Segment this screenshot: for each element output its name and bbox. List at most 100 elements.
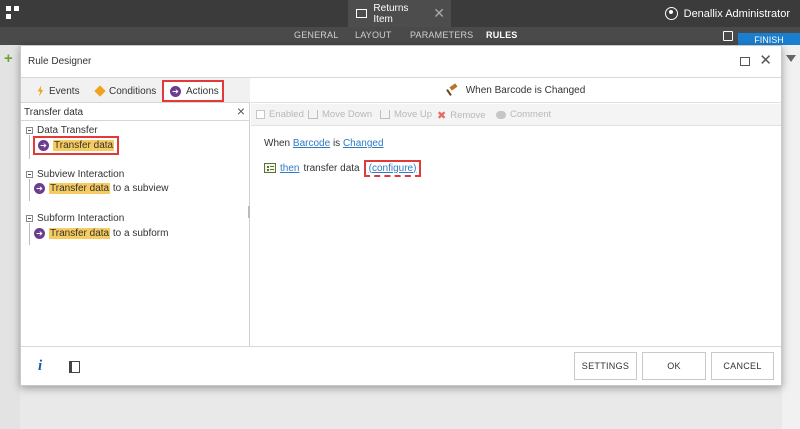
tree-line (29, 179, 30, 201)
rule-toolbar: Enabled Move Down Move Up ✖ Remove Comme… (251, 104, 781, 126)
arrow-right-circle-icon: ➔ (170, 85, 181, 97)
lightning-bolt-icon (37, 85, 44, 97)
arrow-right-circle-icon: ➔ (34, 227, 45, 239)
nav-general[interactable]: GENERAL (294, 30, 338, 40)
search-input[interactable] (24, 105, 224, 119)
comment-label: Comment (510, 109, 552, 120)
rule-header: When Barcode is Changed (251, 78, 781, 103)
rule-then-link[interactable]: then (280, 163, 299, 174)
tab-actions-label: Actions (186, 85, 219, 97)
tree-group-subview-interaction: Subview Interaction ➔ Transfer data to a… (26, 169, 246, 201)
close-tab-icon[interactable]: ✕ (433, 5, 445, 22)
arrow-right-circle-icon: ➔ (34, 182, 45, 194)
collapse-icon[interactable] (26, 171, 33, 178)
collapse-icon[interactable] (26, 215, 33, 222)
rule-header-title: When Barcode is Changed (465, 84, 586, 96)
form-icon (356, 9, 368, 18)
settings-button[interactable]: SETTINGS (574, 352, 637, 380)
nav-rules[interactable]: RULES (486, 30, 518, 40)
dialog-title: Rule Designer (28, 56, 92, 67)
rule-browser-panel: Events Conditions ➔ Actions × Data Trans… (21, 78, 250, 346)
tree-group-data-transfer: Data Transfer ➔ Transfer data (26, 125, 246, 159)
rule-control-link[interactable]: Barcode (293, 138, 330, 149)
info-icon[interactable]: i (38, 358, 42, 375)
save-icon[interactable] (723, 31, 733, 41)
user-name: Denallix Administrator (683, 7, 790, 20)
move-down-button[interactable]: Move Down (308, 109, 372, 120)
tree-group-label: Data Transfer (37, 125, 98, 136)
tree-group-subform-interaction: Subform Interaction ➔ Transfer data to a… (26, 213, 246, 245)
configure-link[interactable]: (configure) (363, 159, 422, 177)
rule-event-link[interactable]: Changed (343, 138, 384, 149)
tree-group-label: Subview Interaction (37, 169, 125, 180)
tree-item-suffix: to a subform (110, 227, 169, 239)
tab-events-label: Events (49, 85, 80, 97)
background-right (782, 45, 800, 429)
transfer-data-icon (264, 163, 276, 173)
user-menu[interactable]: Denallix Administrator (664, 0, 790, 27)
remove-icon: ✖ (437, 110, 447, 122)
document-tab-title: Returns Item (373, 2, 409, 25)
move-down-label: Move Down (322, 109, 373, 120)
clear-search-icon[interactable]: × (237, 103, 245, 119)
user-avatar-icon (664, 7, 678, 20)
tree-item-highlight: Transfer data (53, 140, 115, 151)
tree-item-highlight: Transfer data (49, 182, 111, 194)
enabled-label: Enabled (269, 109, 304, 120)
collapse-icon[interactable] (26, 127, 33, 134)
tab-conditions[interactable]: Conditions (94, 82, 157, 100)
document-tab[interactable]: Returns Item ✕ (348, 0, 451, 27)
move-up-button[interactable]: Move Up (380, 109, 432, 120)
app-grid-icon[interactable] (6, 6, 20, 20)
footer-divider (21, 346, 781, 347)
arrow-right-circle-icon: ➔ (38, 140, 49, 151)
rule-action-text: transfer data (303, 162, 360, 174)
tree-line (29, 223, 30, 245)
nav-parameters[interactable]: PARAMETERS (410, 30, 473, 40)
remove-label: Remove (450, 110, 486, 121)
designer-nav: GENERAL LAYOUT PARAMETERS RULES (0, 27, 800, 45)
nav-layout[interactable]: LAYOUT (355, 30, 392, 40)
enabled-checkbox[interactable] (256, 110, 265, 119)
toggle-panel-icon[interactable] (69, 361, 80, 373)
search-row: × (21, 103, 250, 121)
top-bar: Returns Item ✕ Denallix Administrator (0, 0, 800, 27)
tree-group-label: Subform Interaction (37, 213, 125, 224)
move-up-icon (380, 110, 390, 119)
tree-item-suffix: to a subview (110, 182, 169, 194)
tab-events[interactable]: Events (37, 82, 80, 100)
tree-item-highlight: Transfer data (49, 227, 111, 239)
tree-item-transfer-data-subform[interactable]: ➔ Transfer data to a subform (34, 225, 168, 241)
remove-button[interactable]: ✖ Remove (437, 109, 486, 122)
tree-line (29, 135, 30, 159)
gavel-icon (447, 84, 459, 96)
close-dialog-icon[interactable]: ✕ (759, 51, 772, 69)
tree-group-header[interactable]: Subview Interaction (26, 169, 246, 180)
rule-definition-panel: When Barcode is Changed Enabled Move Dow… (251, 78, 781, 346)
rule-action-line: then transfer data (configure) (264, 158, 422, 178)
left-toolbox-strip (0, 45, 20, 429)
browser-tabs: Events Conditions ➔ Actions (21, 78, 250, 103)
filter-icon[interactable] (786, 55, 796, 62)
comment-icon (496, 110, 506, 119)
move-down-icon (308, 110, 318, 119)
rule-when-line: When Barcode is Changed (264, 138, 384, 149)
cancel-button[interactable]: CANCEL (711, 352, 774, 380)
tab-actions[interactable]: ➔ Actions (162, 80, 224, 102)
tree-item-transfer-data-subview[interactable]: ➔ Transfer data to a subview (34, 180, 168, 196)
add-icon[interactable]: + (4, 50, 13, 67)
rule-when-text: When (264, 138, 291, 149)
diamond-icon (94, 85, 106, 97)
comment-button[interactable]: Comment (496, 109, 551, 120)
rule-designer-dialog: Rule Designer ✕ Events Conditions ➔ Acti… (20, 45, 782, 386)
enabled-toggle[interactable]: Enabled (256, 109, 304, 120)
move-up-label: Move Up (394, 109, 433, 120)
panel-resize-handle[interactable] (248, 206, 250, 218)
rule-is-text: is (332, 138, 341, 149)
tree-item-transfer-data[interactable]: ➔ Transfer data (33, 136, 120, 155)
tree-group-header[interactable]: Subform Interaction (26, 213, 246, 224)
ok-button[interactable]: OK (642, 352, 706, 380)
tab-conditions-label: Conditions (109, 85, 157, 97)
tree-group-header[interactable]: Data Transfer (26, 125, 246, 136)
maximize-icon[interactable] (740, 57, 750, 66)
